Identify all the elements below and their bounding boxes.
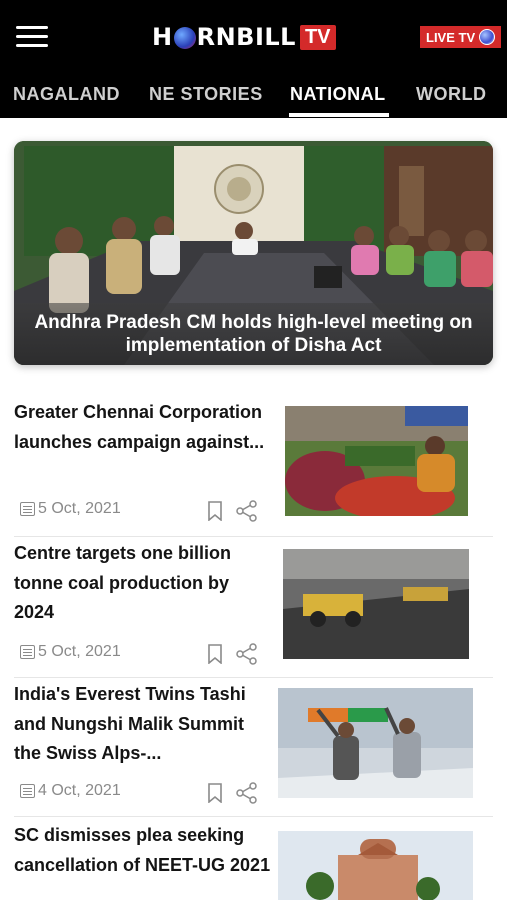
calendar-icon <box>20 784 35 798</box>
article-thumbnail[interactable] <box>285 406 468 516</box>
divider <box>14 536 493 537</box>
calendar-icon <box>20 502 35 516</box>
article-date: 5 Oct, 2021 <box>38 500 121 517</box>
bookmark-icon[interactable] <box>207 783 223 803</box>
tab-nagaland[interactable]: NAGALAND <box>13 84 120 105</box>
hornbill-tv-logo[interactable]: H RNBILL TV <box>152 20 336 54</box>
article-thumbnail[interactable] <box>278 831 473 900</box>
article-thumbnail[interactable] <box>278 688 473 798</box>
active-tab-indicator <box>289 113 389 117</box>
article-date: 5 Oct, 2021 <box>38 643 121 660</box>
live-tv-button[interactable]: LIVE TV <box>420 26 502 48</box>
menu-icon[interactable] <box>16 26 48 48</box>
article-date: 4 Oct, 2021 <box>38 782 121 799</box>
share-icon[interactable] <box>236 643 258 665</box>
featured-story-title: Andhra Pradesh CM holds high-level meeti… <box>34 312 473 356</box>
article-meta: 4 Oct, 2021 <box>20 782 121 800</box>
logo-tv-badge: TV <box>299 24 336 50</box>
tab-national[interactable]: NATIONAL <box>290 84 386 105</box>
live-globe-icon <box>479 29 496 45</box>
category-tabs: NAGALAND NE STORIES NATIONAL WORLD <box>0 72 507 118</box>
featured-story-caption: Andhra Pradesh CM holds high-level meeti… <box>14 303 493 365</box>
share-icon[interactable] <box>236 500 258 522</box>
article-meta: 5 Oct, 2021 <box>20 500 121 518</box>
bookmark-icon[interactable] <box>207 501 223 521</box>
logo-wordmark: H RNBILL <box>152 23 296 51</box>
article-meta: 5 Oct, 2021 <box>20 643 121 661</box>
share-icon[interactable] <box>236 782 258 804</box>
divider <box>14 816 493 817</box>
tab-world[interactable]: WORLD <box>416 84 486 105</box>
top-bar: H RNBILL TV LIVE TV <box>0 0 507 72</box>
article-thumbnail[interactable] <box>283 549 469 659</box>
article-title[interactable]: SC dismisses plea seeking cancellation o… <box>14 821 272 880</box>
article-title[interactable]: Centre targets one billion tonne coal pr… <box>14 539 272 628</box>
divider <box>14 677 493 678</box>
calendar-icon <box>20 645 35 659</box>
article-title[interactable]: Greater Chennai Corporation launches cam… <box>14 398 272 457</box>
bookmark-icon[interactable] <box>207 644 223 664</box>
globe-icon <box>173 27 196 49</box>
article-title[interactable]: India's Everest Twins Tashi and Nungshi … <box>14 680 272 769</box>
tab-ne-stories[interactable]: NE STORIES <box>149 84 263 105</box>
featured-story-card[interactable]: Andhra Pradesh CM holds high-level meeti… <box>14 141 493 365</box>
